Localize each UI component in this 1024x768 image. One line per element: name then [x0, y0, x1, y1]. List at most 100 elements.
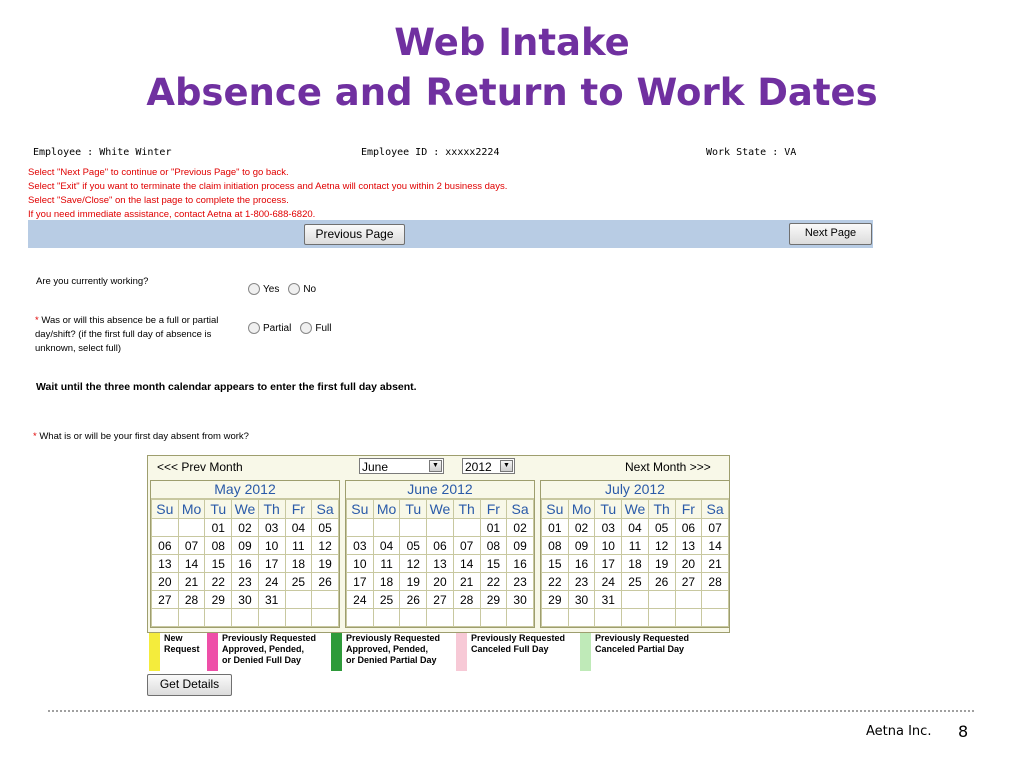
calendar-day[interactable]: 21: [701, 554, 729, 573]
calendar-day[interactable]: 08: [479, 536, 508, 555]
calendar-day[interactable]: 04: [621, 518, 649, 537]
calendar-day[interactable]: 08: [541, 536, 569, 555]
no-radio[interactable]: [288, 283, 301, 295]
calendar-day[interactable]: 02: [231, 518, 259, 537]
calendar-day[interactable]: 24: [346, 590, 374, 609]
calendar-day[interactable]: 06: [426, 536, 454, 555]
calendar-day[interactable]: 02: [567, 518, 596, 537]
calendar-day[interactable]: 23: [231, 572, 259, 591]
calendar-day[interactable]: 26: [647, 572, 676, 591]
calendar-day[interactable]: 13: [674, 536, 703, 555]
next-month-link[interactable]: Next Month >>>: [625, 460, 711, 474]
yes-radio[interactable]: [248, 283, 260, 295]
calendar-day[interactable]: 27: [674, 572, 703, 591]
calendar-day[interactable]: 14: [452, 554, 481, 573]
calendar-day[interactable]: 11: [621, 536, 649, 555]
calendar-day[interactable]: 03: [594, 518, 623, 537]
next-page-button[interactable]: Next Page: [789, 223, 872, 245]
calendar-day[interactable]: 23: [567, 572, 596, 591]
calendar-day[interactable]: 22: [541, 572, 569, 591]
calendar-day[interactable]: 19: [399, 572, 428, 591]
calendar-day[interactable]: 15: [541, 554, 569, 573]
partial-radio[interactable]: [248, 322, 260, 334]
calendar-day[interactable]: 23: [506, 572, 534, 591]
calendar-day[interactable]: 25: [372, 590, 401, 609]
calendar-day[interactable]: 14: [701, 536, 729, 555]
calendar-day[interactable]: 12: [311, 536, 339, 555]
full-radio[interactable]: [300, 322, 313, 334]
calendar-day[interactable]: 01: [479, 518, 508, 537]
calendar-day[interactable]: 02: [506, 518, 534, 537]
calendar-day[interactable]: 11: [372, 554, 401, 573]
calendar-day[interactable]: 30: [231, 590, 259, 609]
calendar-day[interactable]: 12: [647, 536, 676, 555]
calendar-day[interactable]: 09: [231, 536, 259, 555]
calendar-day[interactable]: 09: [567, 536, 596, 555]
calendar-day[interactable]: 18: [372, 572, 401, 591]
calendar-day[interactable]: 19: [647, 554, 676, 573]
calendar-day[interactable]: 25: [284, 572, 313, 591]
calendar-day[interactable]: 15: [479, 554, 508, 573]
calendar-day[interactable]: 16: [567, 554, 596, 573]
calendar-day[interactable]: 17: [594, 554, 623, 573]
calendar-day[interactable]: 21: [452, 572, 481, 591]
calendar-day[interactable]: 04: [284, 518, 313, 537]
prev-month-link[interactable]: <<< Prev Month: [157, 460, 243, 474]
calendar-day[interactable]: 27: [151, 590, 179, 609]
calendar-day[interactable]: 18: [284, 554, 313, 573]
calendar-day[interactable]: 13: [151, 554, 179, 573]
calendar-day[interactable]: 20: [151, 572, 179, 591]
calendar-day[interactable]: 12: [399, 554, 428, 573]
calendar-day[interactable]: 04: [372, 536, 401, 555]
calendar-day[interactable]: 20: [674, 554, 703, 573]
calendar-day[interactable]: 22: [204, 572, 233, 591]
calendar-day[interactable]: 05: [311, 518, 339, 537]
calendar-day[interactable]: 19: [311, 554, 339, 573]
calendar-day[interactable]: 01: [204, 518, 233, 537]
month-select[interactable]: June ▼: [359, 458, 444, 474]
calendar-day[interactable]: 16: [506, 554, 534, 573]
calendar-day[interactable]: 28: [701, 572, 729, 591]
calendar-day[interactable]: 14: [177, 554, 206, 573]
calendar-day[interactable]: 27: [426, 590, 454, 609]
calendar-day[interactable]: 26: [399, 590, 428, 609]
calendar-day[interactable]: 09: [506, 536, 534, 555]
calendar-day[interactable]: 06: [674, 518, 703, 537]
calendar-day[interactable]: 08: [204, 536, 233, 555]
calendar-day[interactable]: 29: [541, 590, 569, 609]
calendar-day[interactable]: 24: [257, 572, 286, 591]
calendar-day[interactable]: 07: [701, 518, 729, 537]
calendar-day[interactable]: 16: [231, 554, 259, 573]
calendar-day[interactable]: 29: [204, 590, 233, 609]
calendar-day[interactable]: 26: [311, 572, 339, 591]
calendar-day[interactable]: 01: [541, 518, 569, 537]
calendar-day[interactable]: 31: [594, 590, 623, 609]
calendar-day[interactable]: 17: [346, 572, 374, 591]
calendar-day[interactable]: 05: [647, 518, 676, 537]
calendar-day[interactable]: 15: [204, 554, 233, 573]
calendar-day[interactable]: 29: [479, 590, 508, 609]
calendar-day[interactable]: 22: [479, 572, 508, 591]
calendar-day[interactable]: 11: [284, 536, 313, 555]
calendar-day[interactable]: 21: [177, 572, 206, 591]
calendar-day[interactable]: 05: [399, 536, 428, 555]
calendar-day[interactable]: 06: [151, 536, 179, 555]
calendar-day[interactable]: 25: [621, 572, 649, 591]
calendar-day[interactable]: 10: [257, 536, 286, 555]
calendar-day[interactable]: 28: [177, 590, 206, 609]
year-select[interactable]: 2012 ▼: [462, 458, 515, 474]
calendar-day[interactable]: 03: [346, 536, 374, 555]
calendar-day[interactable]: 07: [177, 536, 206, 555]
calendar-day[interactable]: 03: [257, 518, 286, 537]
calendar-day[interactable]: 07: [452, 536, 481, 555]
calendar-day[interactable]: 28: [452, 590, 481, 609]
calendar-day[interactable]: 18: [621, 554, 649, 573]
get-details-button[interactable]: Get Details: [147, 674, 232, 696]
calendar-day[interactable]: 10: [346, 554, 374, 573]
calendar-day[interactable]: 20: [426, 572, 454, 591]
previous-page-button[interactable]: Previous Page: [304, 224, 405, 245]
calendar-day[interactable]: 10: [594, 536, 623, 555]
calendar-day[interactable]: 31: [257, 590, 286, 609]
calendar-day[interactable]: 30: [567, 590, 596, 609]
calendar-day[interactable]: 17: [257, 554, 286, 573]
